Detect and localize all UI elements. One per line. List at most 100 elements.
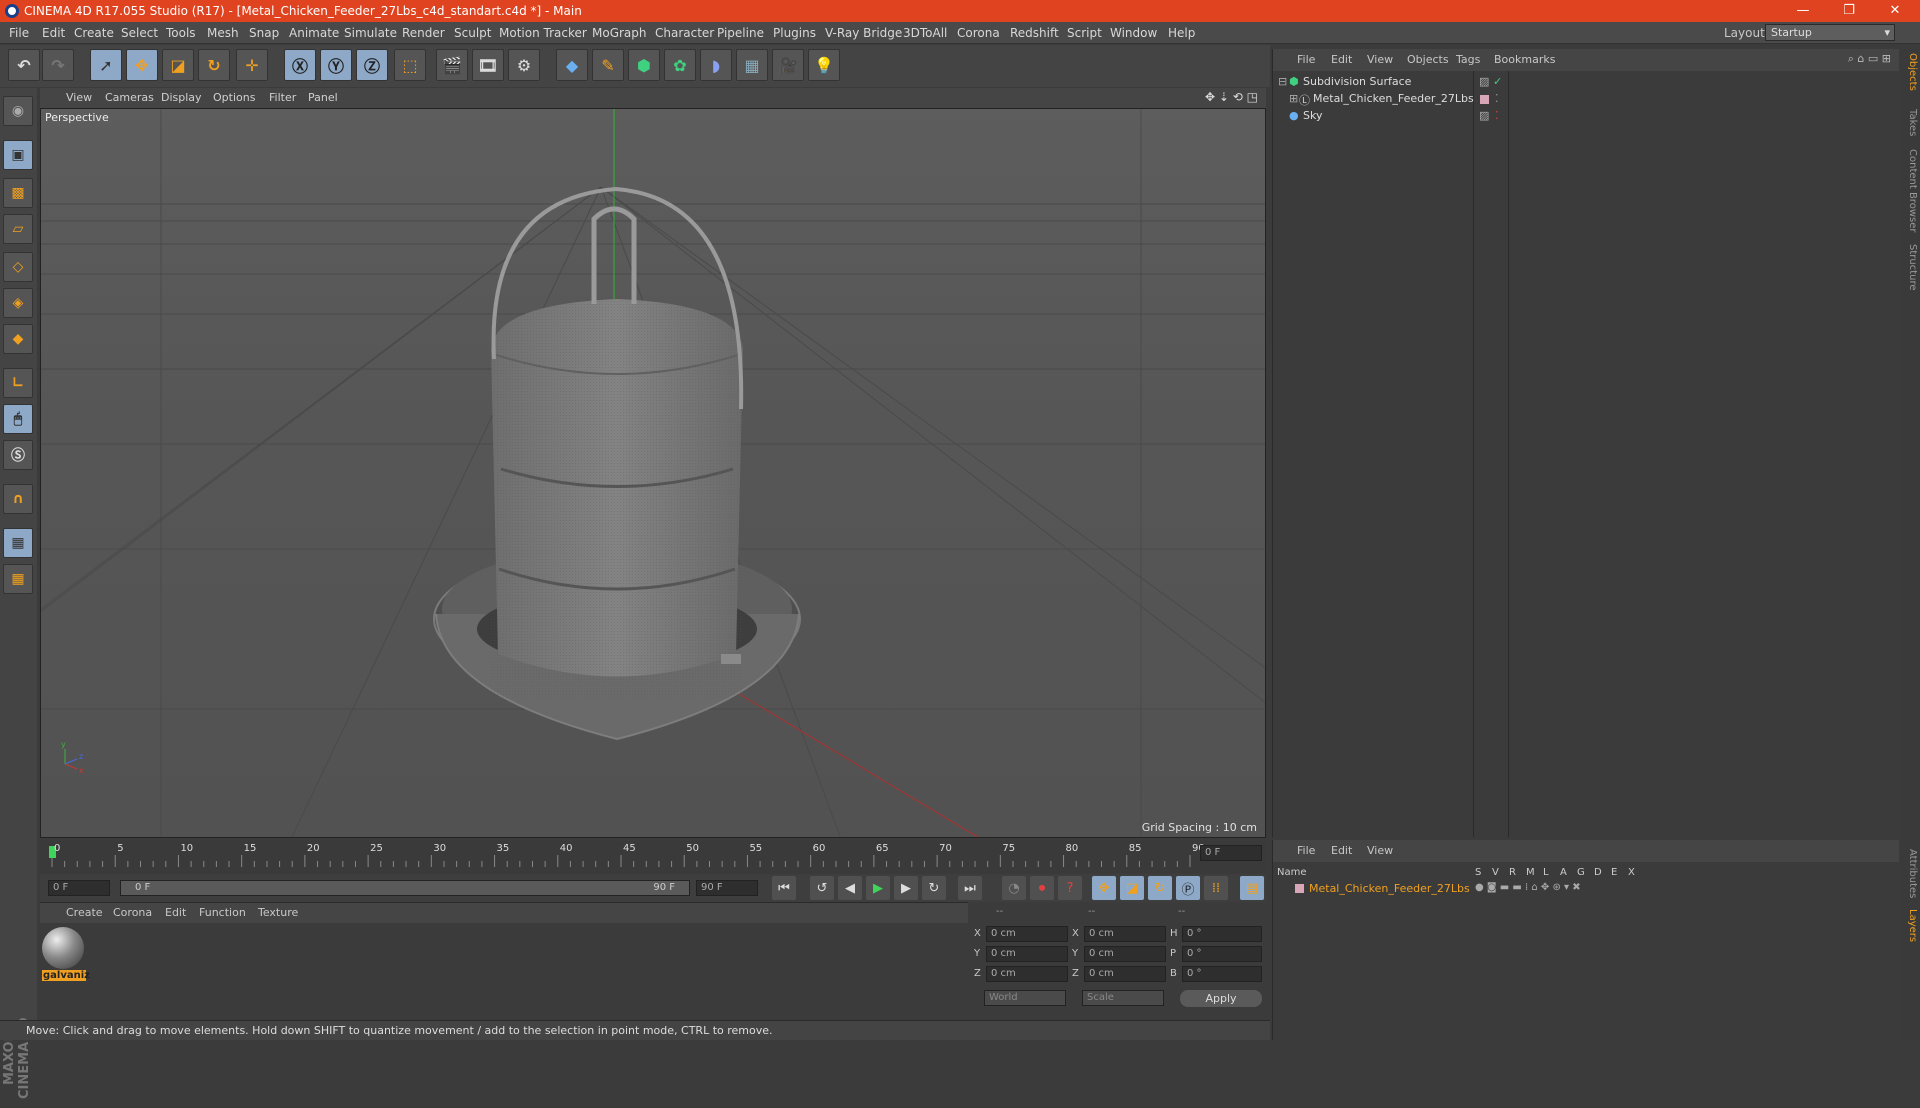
minimize-button[interactable]: —	[1780, 0, 1826, 22]
model-mode-button[interactable]: ▣	[3, 140, 33, 170]
object-menu-tags[interactable]: Tags	[1456, 53, 1480, 66]
live-selection-button[interactable]: ➚	[90, 49, 122, 81]
viewport-menu-options[interactable]: Options	[213, 91, 255, 104]
menu-script[interactable]: Script	[1067, 26, 1102, 40]
key-pla-button[interactable]: ⁞⁞	[1204, 876, 1228, 900]
cloner-button[interactable]: ✿	[664, 49, 696, 81]
planar-workplane-button[interactable]: ▦	[3, 564, 33, 594]
make-editable-button[interactable]: ◉	[3, 96, 33, 126]
apply-button[interactable]: Apply	[1180, 990, 1262, 1007]
viewport-menu-display[interactable]: Display	[161, 91, 202, 104]
visibility-dots-icon[interactable]: ⁚	[1495, 109, 1499, 122]
restore-button[interactable]: ❐	[1826, 0, 1872, 22]
object-menu-objects[interactable]: Objects	[1407, 53, 1449, 66]
object-row-subdivision-surface[interactable]: ⊟ ⬢ Subdivision Surface ▨ ✓	[1275, 75, 1895, 93]
render-settings-button[interactable]: ⚙	[508, 49, 540, 81]
visibility-dots-icon[interactable]: ⁚	[1495, 92, 1499, 105]
size-z-field[interactable]: 0 cm	[1084, 966, 1166, 982]
key-rotation-button[interactable]: ↻	[1148, 876, 1172, 900]
max-frame-field[interactable]: 90 F	[696, 880, 758, 896]
tab-objects[interactable]: Objects	[1902, 53, 1918, 91]
menu-redshift[interactable]: Redshift	[1010, 26, 1059, 40]
material-menu-create[interactable]: Create	[66, 906, 103, 919]
tab-takes[interactable]: Takes	[1902, 109, 1918, 136]
camera-button[interactable]: 🎥	[772, 49, 804, 81]
scale-tool-button[interactable]: ◪	[162, 49, 194, 81]
timeline-ruler[interactable]: 0 5 10 15 20 25 30 35 40 45 50 55 60 65 70 75 80 85 90 0 F	[40, 841, 1266, 875]
prev-key-button[interactable]: ↺	[810, 876, 834, 900]
x-axis-lock-button[interactable]: Ⓧ	[284, 49, 316, 81]
solo-mode-button[interactable]: Ⓢ	[3, 440, 33, 470]
tree-expand-icon[interactable]: ⊟	[1278, 75, 1287, 88]
z-axis-lock-button[interactable]: Ⓩ	[356, 49, 388, 81]
material-menu-edit[interactable]: Edit	[165, 906, 186, 919]
position-x-field[interactable]: 0 cm	[986, 926, 1068, 942]
tab-content-browser[interactable]: Content Browser	[1902, 149, 1918, 232]
render-view-button[interactable]: 🎬	[436, 49, 468, 81]
undo-button[interactable]: ↶	[8, 49, 40, 81]
menu-plugins[interactable]: Plugins	[773, 26, 816, 40]
autokey-button[interactable]: ?	[1058, 876, 1082, 900]
next-frame-button[interactable]: ▶	[894, 876, 918, 900]
layer-menu-view[interactable]: View	[1367, 844, 1393, 857]
tweak-mode-button[interactable]: 🖱	[3, 404, 33, 434]
menu-3dtoall[interactable]: 3DToAll	[903, 26, 947, 40]
layer-menu-edit[interactable]: Edit	[1331, 844, 1352, 857]
redo-button[interactable]: ↷	[42, 49, 74, 81]
rotation-p-field[interactable]: 0 °	[1182, 946, 1262, 962]
timeline-window-button[interactable]: ▤	[1240, 876, 1264, 900]
rotation-h-field[interactable]: 0 °	[1182, 926, 1262, 942]
perspective-viewport[interactable]: y x z Perspective Grid Spacing : 10 cm	[40, 108, 1266, 838]
recent-tool-button[interactable]: ✛	[236, 49, 268, 81]
record-keys-disabled-button[interactable]: ◔	[1002, 876, 1026, 900]
object-row-sky[interactable]: ● Sky ▨ ⁚	[1275, 109, 1895, 127]
size-y-field[interactable]: 0 cm	[1084, 946, 1166, 962]
layer-menu-file[interactable]: File	[1297, 844, 1315, 857]
menu-tools[interactable]: Tools	[166, 26, 196, 40]
menu-vray-bridge[interactable]: V-Ray Bridge	[825, 26, 902, 40]
play-button[interactable]: ▶	[866, 876, 890, 900]
pen-spline-button[interactable]: ✎	[592, 49, 624, 81]
object-menu-view[interactable]: View	[1367, 53, 1393, 66]
tab-structure[interactable]: Structure	[1902, 244, 1918, 291]
object-menu-bookmarks[interactable]: Bookmarks	[1494, 53, 1555, 66]
menu-character[interactable]: Character	[655, 26, 714, 40]
viewport-menu-panel[interactable]: Panel	[308, 91, 338, 104]
key-position-button[interactable]: ✥	[1092, 876, 1116, 900]
record-button[interactable]: ⏺	[1030, 876, 1054, 900]
layout-select[interactable]: Startup ▾	[1765, 24, 1895, 41]
floor-button[interactable]: ▦	[736, 49, 768, 81]
material-swatch[interactable]: galvaniz	[42, 927, 90, 987]
close-button[interactable]: ✕	[1872, 0, 1918, 22]
material-menu-texture[interactable]: Texture	[258, 906, 298, 919]
menu-render[interactable]: Render	[402, 26, 445, 40]
menu-corona[interactable]: Corona	[957, 26, 1000, 40]
key-scale-button[interactable]: ◪	[1120, 876, 1144, 900]
edges-mode-button[interactable]: ◈	[3, 288, 33, 318]
subdivision-surface-button[interactable]: ⬢	[628, 49, 660, 81]
size-mode-select[interactable]: Scale	[1082, 990, 1164, 1006]
coord-system-select[interactable]: World	[984, 990, 1066, 1006]
menu-create[interactable]: Create	[74, 26, 114, 40]
prev-frame-button[interactable]: ◀	[838, 876, 862, 900]
menu-mograph[interactable]: MoGraph	[592, 26, 647, 40]
menu-motion-tracker[interactable]: Motion Tracker	[499, 26, 587, 40]
menu-animate[interactable]: Animate	[289, 26, 339, 40]
cube-object-button[interactable]: ◆	[556, 49, 588, 81]
size-x-field[interactable]: 0 cm	[1084, 926, 1166, 942]
axis-mode-button[interactable]: ∟	[3, 368, 33, 398]
texture-mode-button[interactable]: ▩	[3, 178, 33, 208]
viewport-menu-view[interactable]: View	[66, 91, 92, 104]
menu-snap[interactable]: Snap	[249, 26, 279, 40]
viewport-menu-cameras[interactable]: Cameras	[105, 91, 154, 104]
snap-button[interactable]: ∩	[3, 484, 33, 514]
menu-file[interactable]: File	[9, 26, 29, 40]
goto-start-button[interactable]: ⏮	[772, 876, 796, 900]
material-menu-corona[interactable]: Corona	[113, 906, 152, 919]
material-menu-function[interactable]: Function	[199, 906, 246, 919]
points-mode-button[interactable]: ◇	[3, 252, 33, 282]
object-search-home-icons[interactable]: ⌕ ⌂ ▭ ⊞	[1848, 52, 1891, 66]
next-key-button[interactable]: ↻	[922, 876, 946, 900]
workplane-mode-button[interactable]: ▱	[3, 214, 33, 244]
tab-layers[interactable]: Layers	[1902, 909, 1918, 942]
